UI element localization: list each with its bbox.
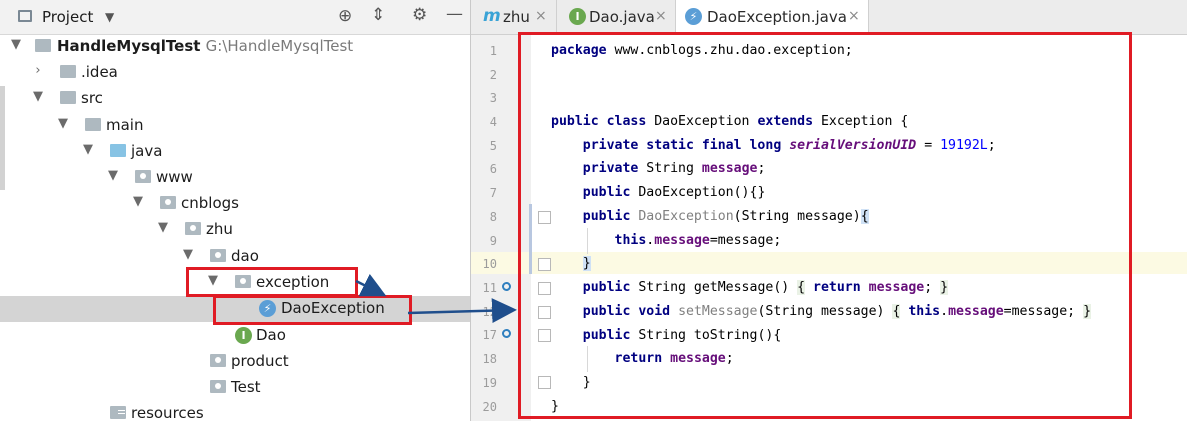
annotation-arrows [355,273,517,324]
arrow-to-code [407,298,517,324]
arrow-to-daoexception [355,273,387,297]
